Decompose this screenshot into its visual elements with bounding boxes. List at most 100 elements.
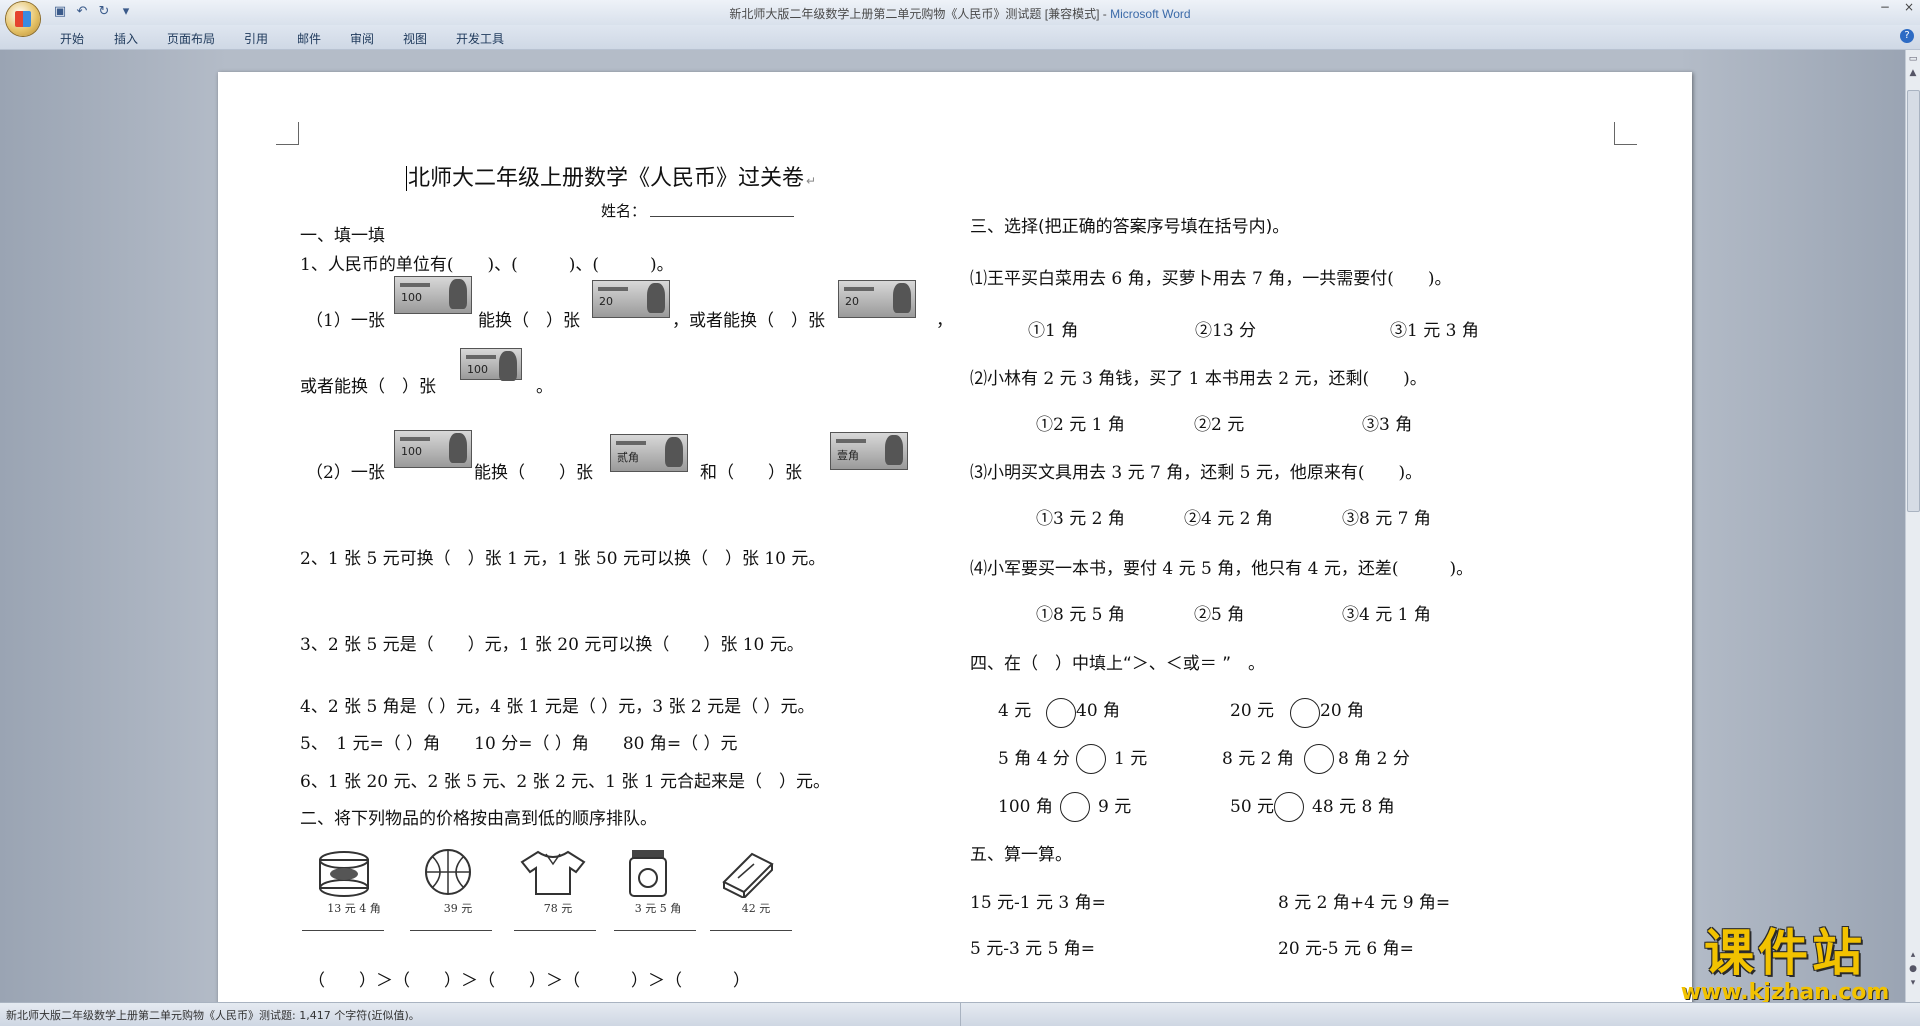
answer-line[interactable] <box>710 930 792 931</box>
choice-4-option-a: ①8 元 5 角 <box>1036 605 1125 625</box>
ruler-toggle-icon[interactable]: ▭ <box>1908 54 1918 64</box>
calc-4: 20 元-5 元 6 角= <box>1278 939 1414 959</box>
window-controls: − × <box>1880 0 1914 14</box>
question-5: 5、 1 元=（ ）角 10 分=（ ）角 80 角=（ ）元 <box>300 734 738 754</box>
window-title: 新北师大版二年级数学上册第二单元购物《人民币》测试题 [兼容模式] - Micr… <box>0 5 1920 22</box>
document-page[interactable]: 北师大二年级上册数学《人民币》过关卷 ↵ 姓名： 一、填一填 1、人民币的单位有(… <box>218 72 1692 1012</box>
app-name: Microsoft Word <box>1110 7 1191 21</box>
compare-circle[interactable] <box>1076 744 1106 774</box>
doc-title: 北师大二年级上册数学《人民币》过关卷 ↵ <box>406 166 817 191</box>
item-can: 13 元 4 角 <box>304 848 404 918</box>
item-price: 42 元 <box>741 902 771 915</box>
section-4-heading: 四、在（ ）中填上“＞、＜或＝ ” 。 <box>970 654 1266 674</box>
tab-insert[interactable]: 插入 <box>114 30 138 47</box>
item-price: 39 元 <box>443 902 473 915</box>
answer-line[interactable] <box>410 930 492 931</box>
close-button[interactable]: × <box>1904 0 1914 14</box>
book-icon <box>722 852 774 898</box>
name-line: 姓名： <box>601 200 646 222</box>
tab-developer[interactable]: 开发工具 <box>456 30 504 47</box>
banknote-value: 100 <box>401 291 422 304</box>
question-1-2b: 能换（ ）张 <box>474 463 593 483</box>
banknote-20-image: 20 <box>592 280 670 318</box>
tab-view[interactable]: 视图 <box>403 30 427 47</box>
compare-right: 8 角 2 分 <box>1338 749 1410 769</box>
choice-2-option-b: ②2 元 <box>1194 415 1245 435</box>
tab-page-layout[interactable]: 页面布局 <box>167 30 215 47</box>
choice-2: ⑵小林有 2 元 3 角钱，买了 1 本书用去 2 元，还剩( )。 <box>970 369 1427 389</box>
item-book: 42 元 <box>706 848 806 918</box>
question-1-1d: ， <box>936 311 953 331</box>
compare-circle[interactable] <box>1274 792 1304 822</box>
compare-circle[interactable] <box>1304 744 1334 774</box>
compare-left: 100 角 <box>998 797 1053 817</box>
can-icon <box>319 851 369 897</box>
compare-right: 9 元 <box>1098 797 1132 817</box>
banknote-value: 100 <box>467 363 488 376</box>
status-text: 新北师大版二年级数学上册第二单元购物《人民币》测试题: 1,417 个字符(近似… <box>6 1009 420 1022</box>
banknote-1-jiao-image: 壹角 <box>830 432 908 470</box>
compare-left: 20 元 <box>1230 701 1275 721</box>
doc-title-text: 北师大二年级上册数学《人民币》过关卷 <box>406 166 805 191</box>
watermark-logo: 课件站 www.kjzhan.com <box>1666 925 1904 1005</box>
vertical-scrollbar[interactable]: ▭ ▲ ▴ ● ▾ <box>1905 50 1920 1002</box>
name-underline[interactable] <box>650 216 794 217</box>
crop-mark <box>1614 122 1637 145</box>
question-1-1f: 。 <box>536 377 553 397</box>
compare-circle[interactable] <box>1060 792 1090 822</box>
question-1-1c: ，或者能换（ ）张 <box>672 311 825 331</box>
status-bar: 新北师大版二年级数学上册第二单元购物《人民币》测试题: 1,417 个字符(近似… <box>0 1002 1920 1026</box>
browse-next-icon[interactable]: ▾ <box>1908 978 1918 988</box>
tab-home[interactable]: 开始 <box>60 30 84 47</box>
question-1-2c: 和（ ）张 <box>700 463 802 483</box>
compare-circle[interactable] <box>1290 698 1320 728</box>
compare-left: 4 元 <box>998 701 1032 721</box>
section-1-heading: 一、填一填 <box>300 226 385 246</box>
compare-right: 40 角 <box>1076 701 1121 721</box>
answer-line[interactable] <box>302 930 384 931</box>
tab-references[interactable]: 引用 <box>244 30 268 47</box>
compare-left: 5 角 4 分 <box>998 749 1070 769</box>
name-label: 姓名： <box>601 202 647 220</box>
jar-icon <box>629 850 667 897</box>
compare-circle[interactable] <box>1046 698 1076 728</box>
status-separator <box>960 1003 961 1026</box>
tab-review[interactable]: 审阅 <box>350 30 374 47</box>
scroll-up-icon[interactable]: ▲ <box>1908 68 1918 78</box>
shirt-icon <box>520 850 586 895</box>
banknote-value: 20 <box>845 295 859 308</box>
browse-object-icon[interactable]: ● <box>1908 964 1918 974</box>
office-logo-icon <box>15 11 31 27</box>
browse-prev-icon[interactable]: ▴ <box>1908 950 1918 960</box>
compare-right: 1 元 <box>1114 749 1148 769</box>
answer-line[interactable] <box>614 930 696 931</box>
calc-3: 5 元-3 元 5 角= <box>970 939 1096 959</box>
compare-right: 20 角 <box>1320 701 1365 721</box>
banknote-2-jiao-image: 贰角 <box>610 434 688 472</box>
help-icon[interactable]: ? <box>1900 29 1914 43</box>
question-1-1a: （1）一张 <box>306 311 385 331</box>
banknote-value: 20 <box>599 295 613 308</box>
compare-left: 50 元 <box>1230 797 1275 817</box>
tab-mailings[interactable]: 邮件 <box>297 30 321 47</box>
question-1-1b: 能换（ ）张 <box>478 311 580 331</box>
banknote-value: 壹角 <box>837 449 859 462</box>
choice-1-option-a: ①1 角 <box>1028 321 1079 341</box>
item-shirt: 78 元 <box>508 848 608 918</box>
item-price: 13 元 4 角 <box>327 902 381 915</box>
question-4: 4、2 张 5 角是（ ）元，4 张 1 元是（ ）元，3 张 2 元是（ ）元… <box>300 697 815 717</box>
answer-line[interactable] <box>514 930 596 931</box>
question-3: 3、2 张 5 元是（ ）元，1 张 20 元可以换（ ）张 10 元。 <box>300 635 804 655</box>
compare-right: 48 元 8 角 <box>1312 797 1395 817</box>
item-basketball: 39 元 <box>408 848 508 918</box>
scrollbar-thumb[interactable] <box>1907 90 1920 512</box>
choice-2-option-a: ①2 元 1 角 <box>1036 415 1125 435</box>
item-price: 78 元 <box>543 902 573 915</box>
banknote-100-image: 100 <box>394 276 472 314</box>
question-2: 2、1 张 5 元可换（ ）张 1 元，1 张 50 元可以换（ ）张 10 元… <box>300 549 826 569</box>
question-6: 6、1 张 20 元、2 张 5 元、2 张 2 元、1 张 1 元合起来是（ … <box>300 772 831 792</box>
office-button[interactable] <box>6 2 40 36</box>
banknote-value: 100 <box>401 445 422 458</box>
item-price: 3 元 5 角 <box>634 902 682 915</box>
minimize-button[interactable]: − <box>1880 0 1890 14</box>
